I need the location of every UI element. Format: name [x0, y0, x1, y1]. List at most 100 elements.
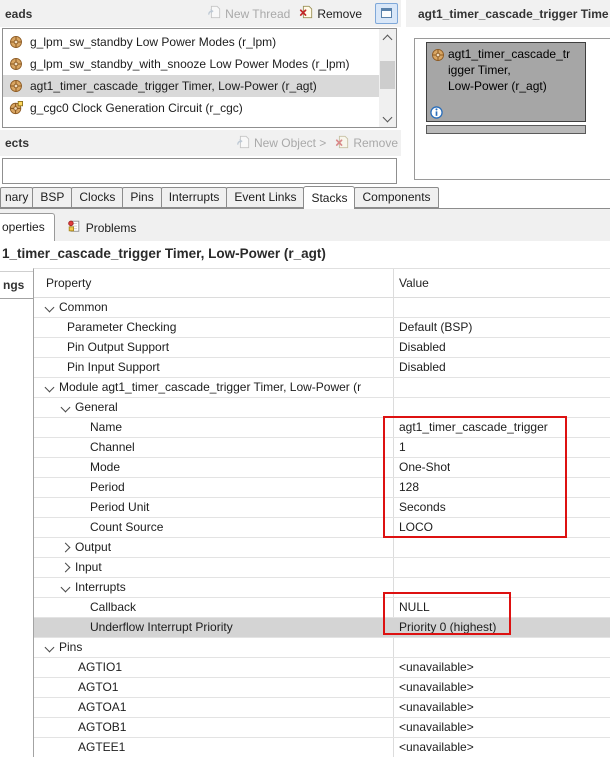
property-row[interactable]: AGTIO1 <unavailable> — [34, 658, 610, 678]
editor-tab-stacks[interactable]: Stacks — [303, 186, 355, 209]
chevron-down-icon[interactable] — [61, 583, 71, 593]
property-row[interactable]: General — [34, 398, 610, 418]
scroll-down-arrow-icon[interactable] — [379, 111, 396, 127]
property-value[interactable]: Disabled — [399, 358, 446, 377]
thread-item-label: agt1_timer_cascade_trigger Timer, Low-Po… — [30, 79, 317, 93]
property-value[interactable]: NULL — [399, 598, 430, 617]
property-row[interactable]: Period UnitSeconds — [34, 498, 610, 518]
property-row[interactable]: Common — [34, 298, 610, 318]
editor-tab-interrupts[interactable]: Interrupts — [161, 187, 228, 208]
properties-heading: 1_timer_cascade_trigger Timer, Low-Power… — [2, 246, 326, 261]
new-thread-button[interactable]: New Thread — [207, 5, 290, 22]
property-name: Output — [75, 538, 111, 557]
tab-properties[interactable]: operties — [0, 213, 55, 241]
property-value[interactable]: LOCO — [399, 518, 433, 537]
editor-tab-components[interactable]: Components — [354, 187, 438, 208]
property-value[interactable]: 128 — [399, 478, 419, 497]
property-value[interactable]: Priority 0 (highest) — [399, 618, 496, 637]
threads-scrollbar[interactable] — [379, 29, 396, 127]
property-value[interactable]: <unavailable> — [399, 738, 474, 757]
property-value[interactable]: <unavailable> — [399, 698, 474, 717]
property-value[interactable]: agt1_timer_cascade_trigger — [399, 418, 548, 437]
thread-list-item[interactable]: g_lpm_sw_standby Low Power Modes (r_lpm) — [3, 31, 381, 53]
minimize-icon — [381, 7, 392, 21]
chevron-down-icon[interactable] — [61, 403, 71, 413]
property-name: Input — [75, 558, 102, 577]
remove-thread-button[interactable]: Remove — [299, 5, 362, 22]
property-row[interactable]: Period128 — [34, 478, 610, 498]
thread-item-label: g_lpm_sw_standby_with_snooze Low Power M… — [30, 57, 350, 71]
property-row[interactable]: AGTO1 <unavailable> — [34, 678, 610, 698]
property-value[interactable]: <unavailable> — [399, 678, 474, 697]
property-row[interactable]: CallbackNULL — [34, 598, 610, 618]
property-name: Pin Input Support — [67, 358, 160, 377]
property-row[interactable]: Output — [34, 538, 610, 558]
tab-problems[interactable]: Problems — [67, 219, 137, 236]
chevron-down-icon[interactable] — [45, 643, 55, 653]
scroll-up-arrow-icon[interactable] — [379, 29, 396, 45]
property-row[interactable]: Count Source LOCO — [34, 518, 610, 538]
property-value[interactable]: Default (BSP) — [399, 318, 472, 337]
property-value[interactable]: <unavailable> — [399, 658, 474, 677]
editor-tab-event-links[interactable]: Event Links — [226, 187, 304, 208]
property-value[interactable]: <unavailable> — [399, 718, 474, 737]
editor-tab-bsp[interactable]: BSP — [32, 187, 72, 208]
module-card[interactable]: agt1_timer_cascade_trigger Timer,Low-Pow… — [426, 42, 586, 122]
property-row[interactable]: Nameagt1_timer_cascade_trigger — [34, 418, 610, 438]
objects-panel-header: ects New Object > Remove — [0, 130, 401, 156]
property-name: Count Source — [90, 518, 163, 537]
remove-object-button[interactable]: Remove — [335, 135, 398, 152]
property-value[interactable]: Seconds — [399, 498, 446, 517]
info-icon[interactable] — [430, 106, 443, 119]
thread-list-item[interactable]: g_lpm_sw_standby_with_snooze Low Power M… — [3, 53, 381, 75]
property-name: Common — [59, 298, 108, 317]
stack-panel-title: agt1_timer_cascade_trigger Time — [413, 7, 609, 21]
property-value[interactable]: One-Shot — [399, 458, 450, 477]
property-row[interactable]: Pins — [34, 638, 610, 658]
property-name: Interrupts — [75, 578, 126, 597]
module-icon — [9, 35, 23, 49]
objects-list[interactable] — [2, 158, 397, 184]
property-row[interactable]: Input — [34, 558, 610, 578]
property-row[interactable]: AGTEE1 <unavailable> — [34, 738, 610, 757]
column-header-property: Property — [46, 269, 91, 297]
property-name: AGTO1 — [78, 678, 118, 697]
new-object-icon — [236, 135, 250, 152]
scrollbar-thumb[interactable] — [380, 61, 395, 89]
property-row[interactable]: Underflow Interrupt PriorityPriority 0 (… — [34, 618, 610, 638]
threads-panel-title: eads — [0, 7, 32, 21]
minimize-button[interactable] — [375, 3, 398, 24]
new-object-button[interactable]: New Object > — [236, 135, 326, 152]
editor-tab-pins[interactable]: Pins — [122, 187, 161, 208]
property-row[interactable]: Pin Output SupportDisabled — [34, 338, 610, 358]
chevron-down-icon[interactable] — [45, 383, 55, 393]
thread-list-item[interactable]: g_cgc0 Clock Generation Circuit (r_cgc) — [3, 97, 381, 119]
property-name: AGTIO1 — [78, 658, 122, 677]
property-row[interactable]: Interrupts — [34, 578, 610, 598]
property-value[interactable]: 1 — [399, 438, 406, 457]
thread-item-label: g_cgc0 Clock Generation Circuit (r_cgc) — [30, 101, 243, 115]
property-row[interactable]: Pin Input Support Disabled — [34, 358, 610, 378]
property-row[interactable]: Module agt1_timer_cascade_trigger Timer,… — [34, 378, 610, 398]
property-row[interactable]: Channel 1 — [34, 438, 610, 458]
chevron-right-icon[interactable] — [61, 543, 71, 553]
stack-canvas: agt1_timer_cascade_trigger Timer,Low-Pow… — [414, 38, 610, 180]
property-row[interactable]: AGTOA1<unavailable> — [34, 698, 610, 718]
column-header-value: Value — [399, 269, 429, 297]
property-row[interactable]: ModeOne-Shot — [34, 458, 610, 478]
property-name: Channel — [90, 438, 135, 457]
property-name: AGTEE1 — [78, 738, 125, 757]
chevron-down-icon[interactable] — [45, 303, 55, 313]
property-row[interactable]: Parameter CheckingDefault (BSP) — [34, 318, 610, 338]
property-value[interactable]: Disabled — [399, 338, 446, 357]
chevron-right-icon[interactable] — [61, 563, 71, 573]
thread-list-item[interactable]: agt1_timer_cascade_trigger Timer, Low-Po… — [3, 75, 381, 97]
property-name: Pins — [59, 638, 82, 657]
property-row[interactable]: AGTOB1<unavailable> — [34, 718, 610, 738]
editor-tab-clocks[interactable]: Clocks — [71, 187, 123, 208]
remove-icon — [335, 135, 349, 152]
problems-icon — [67, 219, 81, 236]
tab-settings[interactable]: ngs — [0, 271, 33, 299]
editor-tab-nary[interactable]: nary — [0, 187, 33, 208]
threads-panel-header: eads New Thread Remove — [0, 0, 401, 27]
